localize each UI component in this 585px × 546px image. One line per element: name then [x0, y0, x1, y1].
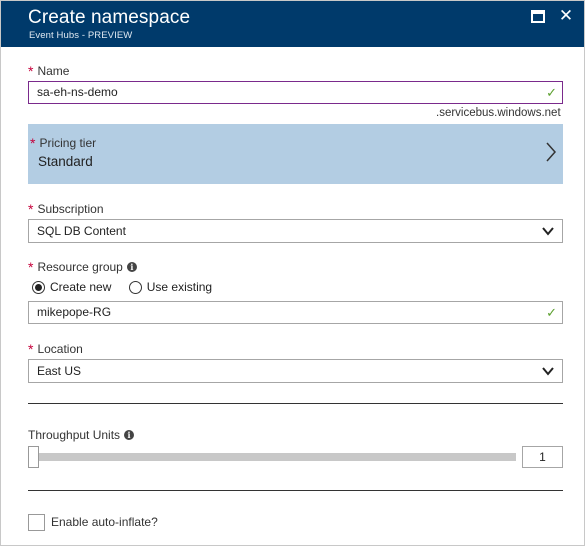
resource-group-mode: Create new Use existing [32, 280, 226, 297]
required-marker: * [30, 135, 36, 151]
radio-dot-selected [32, 280, 45, 294]
throughput-units-slider[interactable] [33, 453, 516, 461]
subscription-value: SQL DB Content [37, 224, 126, 238]
location-dropdown[interactable]: East US [28, 359, 563, 383]
location-value: East US [37, 364, 82, 378]
close-icon[interactable]: ✕ [557, 6, 575, 26]
maximize-icon[interactable] [531, 10, 545, 23]
chevron-down-icon [542, 367, 554, 376]
checkmark-icon: ✓ [546, 85, 557, 100]
throughput-units-label: Throughput Units i [28, 428, 135, 442]
blade-header: Create namespace Event Hubs - PREVIEW ✕ [1, 1, 584, 47]
name-domain-suffix: .servicebus.windows.net [436, 107, 561, 119]
info-icon[interactable]: i [126, 262, 137, 272]
required-marker: * [28, 341, 34, 357]
radio-use-existing-label: Use existing [146, 280, 213, 294]
divider [28, 403, 563, 404]
auto-inflate-checkbox[interactable] [28, 514, 45, 531]
chevron-down-icon [542, 227, 554, 236]
resource-group-input[interactable]: mikepope-RG ✓ [28, 301, 563, 324]
name-input-value: sa-eh-ns-demo [37, 85, 118, 99]
pricing-tier-label: * Pricing tier [30, 135, 97, 151]
subscription-dropdown[interactable]: SQL DB Content [28, 219, 563, 243]
radio-create-new[interactable]: Create new [32, 280, 111, 294]
required-marker: * [28, 63, 34, 79]
name-label: * Name [28, 63, 70, 79]
radio-dot [128, 280, 142, 294]
pricing-tier-value: Standard [38, 154, 93, 169]
blade-title: Create namespace [28, 7, 191, 28]
location-label: * Location [28, 341, 83, 357]
chevron-right-icon [546, 142, 557, 162]
pricing-tier-selector[interactable]: * Pricing tier Standard [28, 124, 563, 184]
blade-subtitle: Event Hubs - PREVIEW [29, 30, 133, 41]
radio-create-new-label: Create new [50, 280, 112, 294]
resource-group-label: * Resource group i [28, 258, 137, 275]
radio-use-existing[interactable]: Use existing [128, 280, 213, 294]
throughput-units-input[interactable]: 1 [522, 446, 563, 468]
subscription-label: * Subscription [28, 201, 104, 217]
checkmark-icon: ✓ [546, 305, 557, 320]
divider [28, 490, 563, 491]
name-input[interactable]: sa-eh-ns-demo ✓ [28, 81, 563, 104]
auto-inflate-label: Enable auto-inflate? [51, 515, 158, 529]
create-namespace-blade: Create namespace Event Hubs - PREVIEW ✕ … [0, 0, 585, 546]
resource-group-value: mikepope-RG [37, 305, 112, 319]
info-icon[interactable]: i [124, 430, 135, 440]
required-marker: * [28, 201, 34, 217]
required-marker: * [28, 259, 34, 275]
throughput-units-slider-thumb[interactable] [28, 446, 39, 468]
